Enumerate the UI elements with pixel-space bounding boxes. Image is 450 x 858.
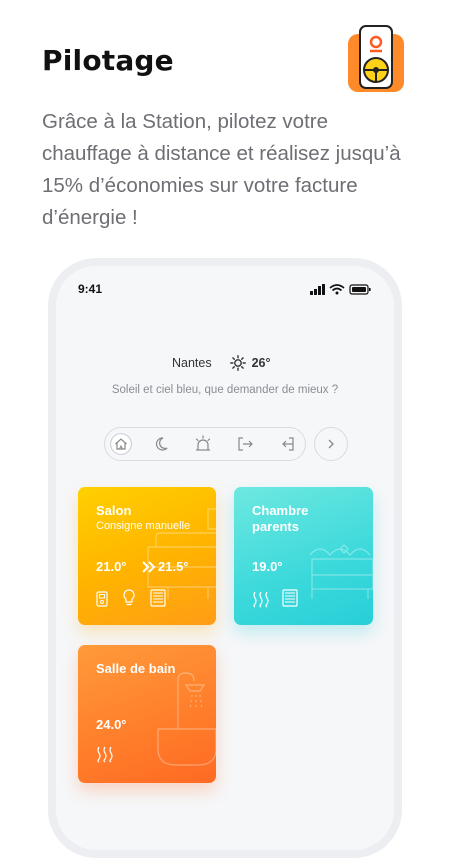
room-card-salle-de-bain[interactable]: Salle de bain 24.0° [78, 645, 216, 783]
target-temperature: 21.5° [158, 559, 189, 574]
room-mode: Consigne manuelle [96, 520, 191, 532]
current-temperature: 21.0° [96, 559, 127, 574]
phone-steering-wheel-icon [348, 25, 404, 92]
next-modes-button[interactable] [314, 427, 348, 461]
page-title: Pilotage [42, 44, 174, 77]
enter-icon[interactable] [276, 433, 298, 455]
battery-icon [349, 284, 371, 295]
double-chevron-icon [142, 561, 156, 573]
moon-icon[interactable] [150, 433, 172, 455]
thermostat-icon [96, 591, 108, 607]
bed-illustration [309, 544, 373, 599]
room-name: Salle de bain [96, 661, 176, 676]
wifi-icon [329, 284, 345, 292]
intro-text: Grâce à la Station, pilotez votre chauff… [42, 110, 401, 229]
room-name: Salon [96, 503, 132, 518]
home-icon[interactable] [110, 433, 132, 455]
exit-icon[interactable] [234, 433, 256, 455]
weather-row: Nantes 26° [172, 355, 271, 371]
heat-waves-icon [97, 746, 113, 763]
alarm-light-icon[interactable] [192, 433, 214, 455]
city-name: Nantes [172, 356, 212, 370]
radiator-icon [150, 589, 166, 607]
outdoor-temperature: 26° [251, 356, 271, 370]
room-name-line2: parents [252, 519, 299, 534]
current-temperature: 19.0° [252, 559, 283, 574]
room-name-line1: Chambre [252, 503, 309, 518]
room-card-salon[interactable]: Salon Consigne manuelle 21.0° 21.5° [78, 487, 216, 625]
bathtub-illustration [157, 672, 216, 766]
signal-icon [310, 284, 325, 295]
heat-waves-icon [253, 591, 269, 608]
chevron-right-icon [328, 439, 334, 449]
status-time: 9:41 [78, 282, 103, 296]
radiator-icon [282, 589, 298, 607]
room-card-chambre-parents[interactable]: Chambre parents 19.0° [234, 487, 373, 625]
status-icons [310, 284, 371, 295]
current-temperature: 24.0° [96, 717, 127, 732]
weather-message: Soleil et ciel bleu, que demander de mie… [111, 384, 339, 396]
lightbulb-icon [123, 589, 135, 606]
sun-icon [229, 355, 246, 371]
